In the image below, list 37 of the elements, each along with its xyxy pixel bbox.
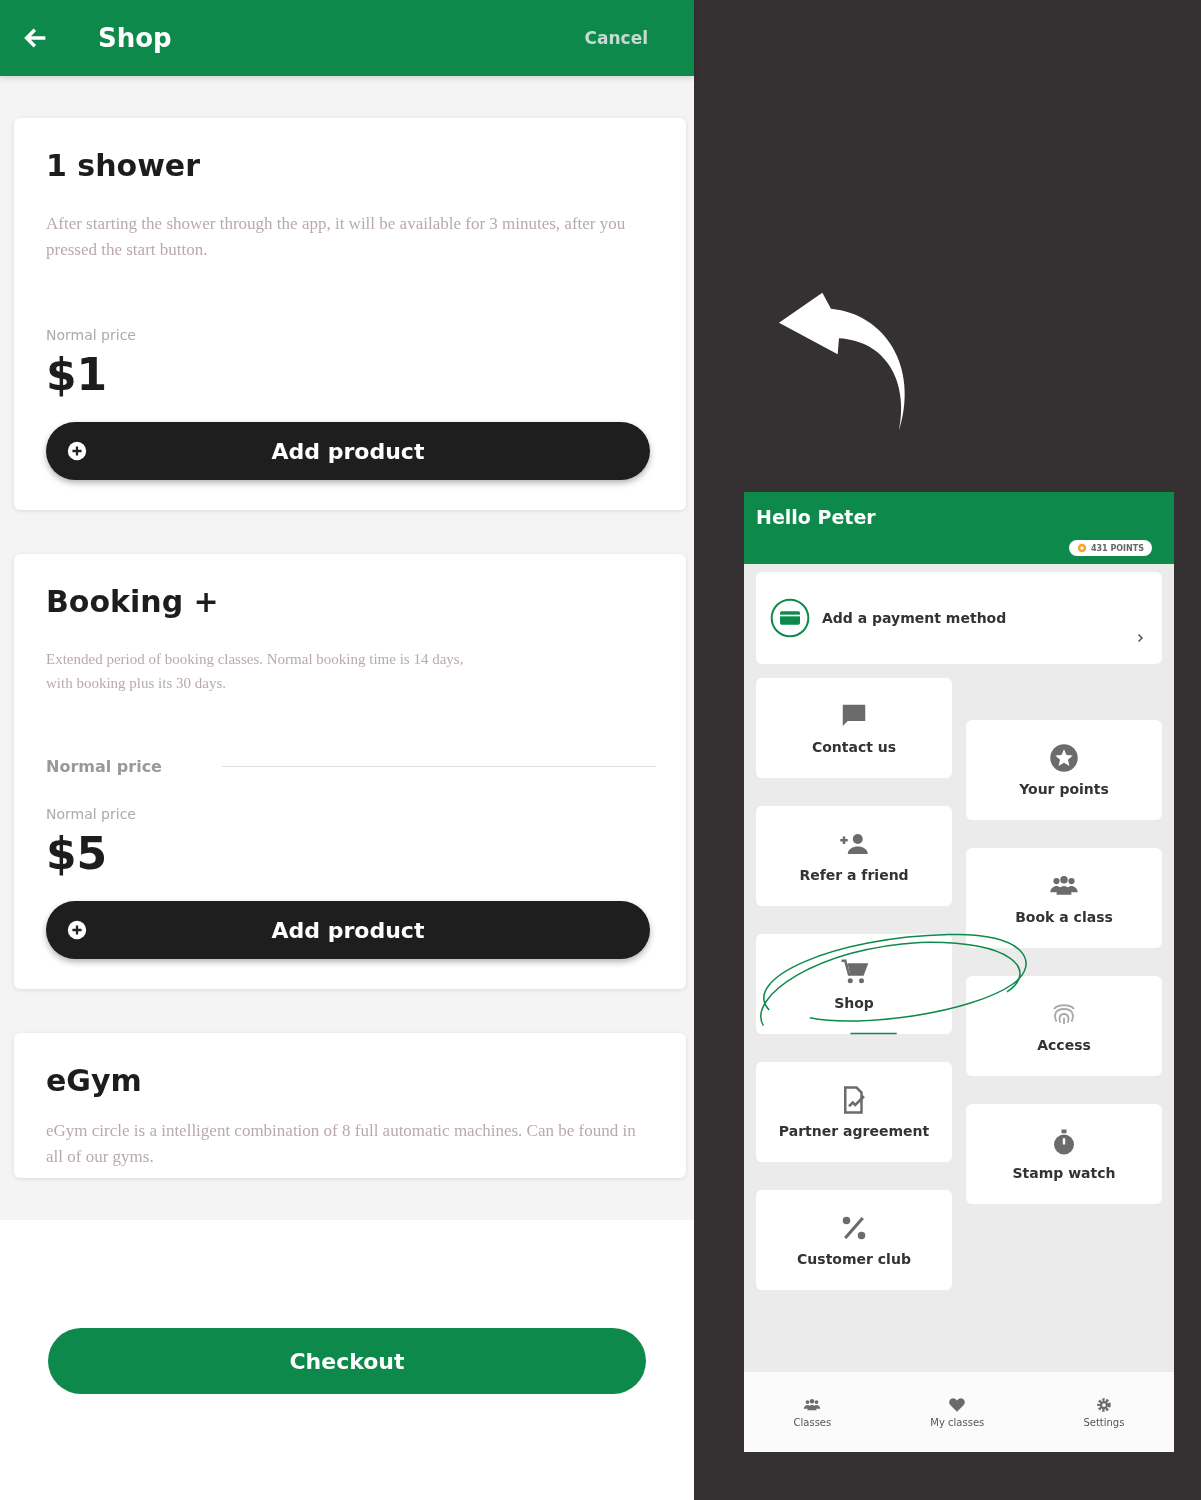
checkout-button[interactable]: Checkout [48, 1328, 646, 1394]
price: $5 [46, 828, 109, 879]
menu-tile[interactable]: Partner agreement [756, 1062, 952, 1162]
nav-tab[interactable]: Settings [1077, 1395, 1131, 1429]
greeting: Hello Peter [756, 506, 876, 528]
menu-tile[interactable]: Refer a friend [756, 806, 952, 906]
plus-circle-icon [66, 440, 88, 462]
product-description: After starting the shower through the app, it will be available for 3 minutes, after you pressed the start button. [46, 213, 627, 261]
menu-tile[interactable]: Contact us [756, 678, 952, 778]
coin-icon [1076, 543, 1087, 553]
payment-card[interactable]: Add a payment method [756, 572, 1162, 664]
menu-tile[interactable]: Access [966, 976, 1162, 1076]
points-count: 431 POINTS [1090, 543, 1144, 553]
price-label: Normal price [46, 327, 137, 343]
product-title: eGym [46, 1063, 143, 1098]
product-description: Extended period of booking classes. Normal booking time is 14 days, with booking plus its 30 days. [46, 650, 465, 693]
menu-tile[interactable]: Shop [756, 934, 952, 1034]
price: $1 [46, 349, 109, 400]
product-title: Booking + [46, 584, 220, 619]
payment-label: Add a payment method [822, 610, 1007, 626]
product-title: 1 shower [46, 148, 201, 183]
heart-icon [948, 1396, 967, 1414]
option-label: Normal price [46, 757, 162, 776]
nav-tab[interactable]: My classes [924, 1395, 991, 1429]
add-product-button[interactable]: Add product [46, 422, 650, 480]
plus-circle-icon [66, 919, 88, 941]
price-label: Normal price [46, 806, 137, 822]
add-product-button[interactable]: Add product [46, 901, 650, 959]
nav-tab[interactable]: Classes [787, 1395, 838, 1429]
menu-tile[interactable]: Book a class [966, 848, 1162, 948]
menu-tile[interactable]: Customer club [756, 1190, 952, 1290]
menu-tile[interactable]: Your points [966, 720, 1162, 820]
card-icon [770, 598, 810, 638]
product-description: eGym circle is a intelligent combination of 8 full automatic machines. Can be found in all of our gyms. [46, 1120, 637, 1168]
screen-title: Shop [98, 23, 173, 53]
settings-icon [1094, 1396, 1113, 1414]
menu-tile[interactable]: Stamp watch [966, 1104, 1162, 1204]
